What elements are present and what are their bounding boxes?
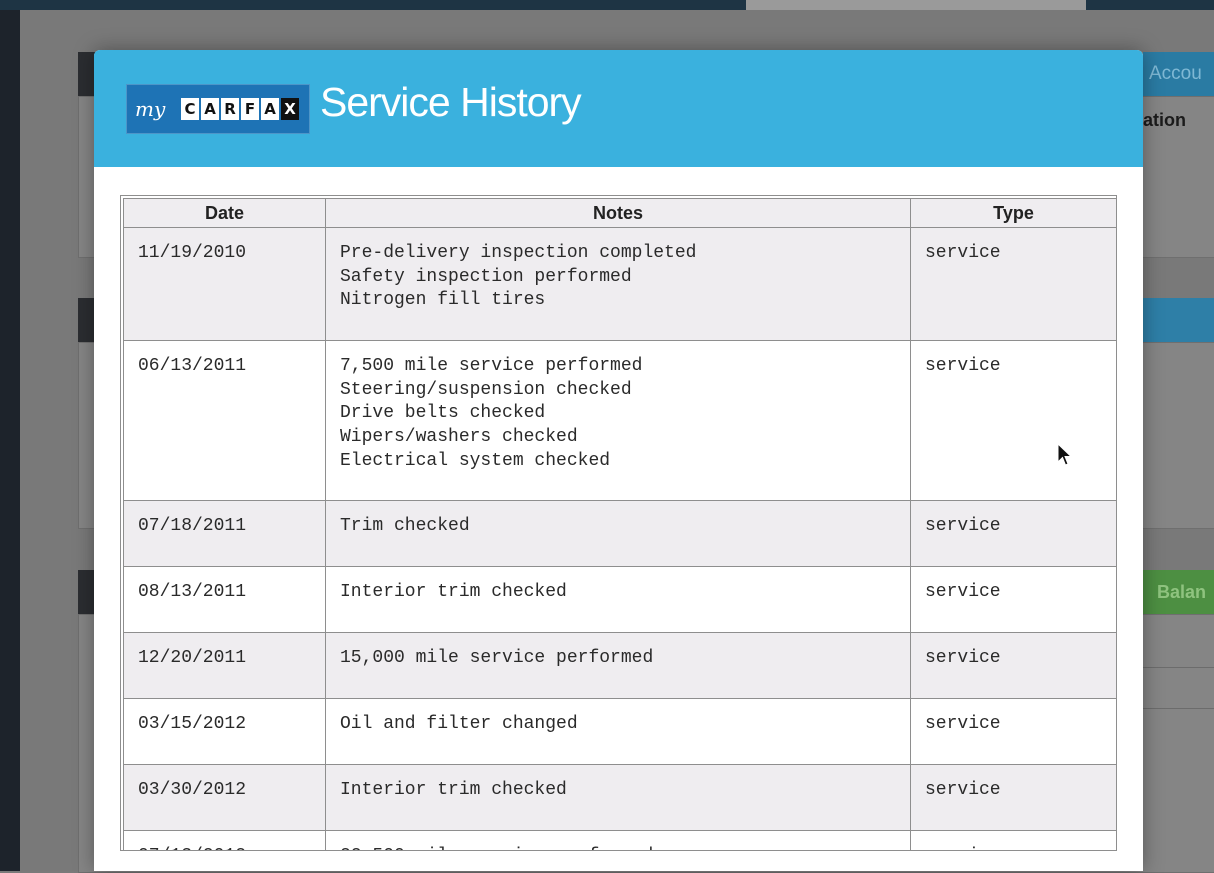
balance-button[interactable]: Balan <box>1143 570 1214 614</box>
cell-date: 07/18/2011 <box>123 500 326 567</box>
logo-letter: X <box>281 98 299 120</box>
logo-letter: A <box>261 98 279 120</box>
cell-date: 07/13/2012 <box>123 830 326 850</box>
cell-type: service <box>910 632 1116 699</box>
logo-letter: A <box>201 98 219 120</box>
mouse-pointer-icon <box>1057 443 1073 466</box>
cell-date: 03/30/2012 <box>123 764 326 831</box>
cell-date: 03/15/2012 <box>123 698 326 765</box>
table-row: 03/15/2012 Oil and filter changed servic… <box>123 698 1116 765</box>
background-top-bar <box>0 0 1214 10</box>
table-row: 06/13/2011 7,500 mile service performed … <box>123 340 1116 501</box>
location-label: ation <box>1143 110 1186 130</box>
cell-type: service <box>910 830 1116 850</box>
logo-letter: R <box>221 98 239 120</box>
cell-notes: Oil and filter changed <box>325 698 911 765</box>
background-left-sidebar <box>0 10 20 871</box>
logo-prefix: my <box>135 97 166 121</box>
background-tab <box>746 0 1086 10</box>
account-button[interactable]: Accou <box>1143 52 1214 96</box>
cell-notes: Pre-delivery inspection completed Safety… <box>325 227 911 341</box>
cell-date: 12/20/2011 <box>123 632 326 699</box>
cell-date: 06/13/2011 <box>123 340 326 501</box>
column-header-date[interactable]: Date <box>123 198 326 228</box>
service-history-table: Date Notes Type 11/19/2010 Pre-delivery … <box>123 198 1116 850</box>
table-row: 03/30/2012 Interior trim checked service <box>123 764 1116 831</box>
service-history-modal: my C A R F A X Service History Date Note <box>94 50 1143 871</box>
background-divider <box>1143 667 1214 668</box>
logo-wordmark: C A R F A X <box>181 98 299 120</box>
table-row: 07/13/2012 22,500 mile service performed… <box>123 830 1116 850</box>
cell-notes: 7,500 mile service performed Steering/su… <box>325 340 911 501</box>
table-row: 08/13/2011 Interior trim checked service <box>123 566 1116 633</box>
cell-date: 08/13/2011 <box>123 566 326 633</box>
cell-type: service <box>910 340 1116 501</box>
cell-type: service <box>910 227 1116 341</box>
background-panel-header-blue <box>1143 298 1214 342</box>
modal-title: Service History <box>320 79 582 125</box>
table-row: 12/20/2011 15,000 mile service performed… <box>123 632 1116 699</box>
table-row: 11/19/2010 Pre-delivery inspection compl… <box>123 227 1116 341</box>
modal-header: my C A R F A X Service History <box>94 50 1143 167</box>
mycarfax-logo: my C A R F A X <box>126 84 310 134</box>
cell-type: service <box>910 698 1116 765</box>
table-row: 07/18/2011 Trim checked service <box>123 500 1116 567</box>
cell-notes: 15,000 mile service performed <box>325 632 911 699</box>
service-history-table-container[interactable]: Date Notes Type 11/19/2010 Pre-delivery … <box>120 195 1117 851</box>
cell-date: 11/19/2010 <box>123 227 326 341</box>
cell-notes: Trim checked <box>325 500 911 567</box>
cell-type: service <box>910 764 1116 831</box>
cell-notes: Interior trim checked <box>325 566 911 633</box>
cell-notes: Interior trim checked <box>325 764 911 831</box>
column-header-notes[interactable]: Notes <box>325 198 911 228</box>
logo-letter: F <box>241 98 259 120</box>
background-divider <box>1143 708 1214 709</box>
column-header-type[interactable]: Type <box>910 198 1116 228</box>
table-header-row: Date Notes Type <box>123 198 1116 228</box>
cell-notes: 22,500 mile service performed <box>325 830 911 850</box>
cell-type: service <box>910 500 1116 567</box>
logo-letter: C <box>181 98 199 120</box>
cell-type: service <box>910 566 1116 633</box>
